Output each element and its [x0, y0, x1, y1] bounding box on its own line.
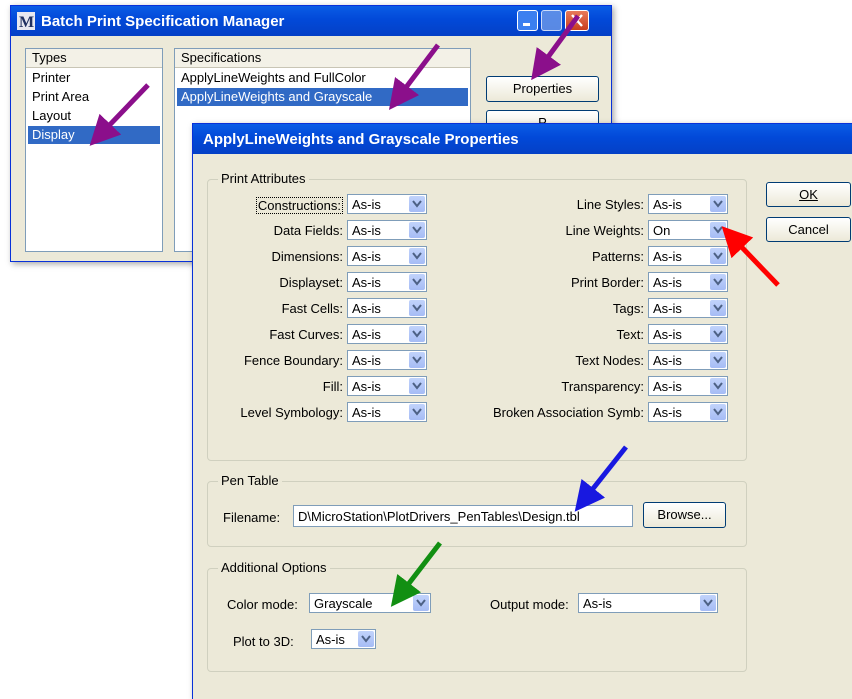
cancel-button[interactable]: Cancel — [766, 217, 851, 242]
properties-dialog: ApplyLineWeights and Grayscale Propertie… — [192, 123, 852, 699]
attr-select[interactable]: On — [648, 220, 728, 240]
types-header: Types — [26, 49, 162, 68]
chevron-down-icon[interactable] — [409, 222, 425, 238]
attr-label: Dimensions: — [271, 249, 343, 264]
attr-label: Line Weights: — [565, 223, 644, 238]
minimize-button[interactable] — [517, 10, 538, 31]
chevron-down-icon[interactable] — [409, 300, 425, 316]
properties-title: ApplyLineWeights and Grayscale Propertie… — [203, 131, 519, 148]
attr-label: Data Fields: — [273, 223, 343, 238]
color-mode-label: Color mode: — [227, 597, 298, 612]
chevron-down-icon[interactable] — [409, 378, 425, 394]
attr-label: Displayset: — [279, 275, 343, 290]
attr-label: Transparency: — [561, 379, 644, 394]
plot-3d-label: Plot to 3D: — [233, 634, 294, 649]
additional-options-label: Additional Options — [218, 560, 330, 575]
chevron-down-icon[interactable] — [710, 404, 726, 420]
svg-text:M: M — [19, 14, 34, 30]
chevron-down-icon[interactable] — [409, 196, 425, 212]
chevron-down-icon[interactable] — [413, 595, 429, 611]
type-item-layout[interactable]: Layout — [28, 107, 160, 125]
type-item-print-area[interactable]: Print Area — [28, 88, 160, 106]
attr-select[interactable]: As-is — [347, 246, 427, 266]
attr-label: Text Nodes: — [575, 353, 644, 368]
attr-label: Text: — [616, 327, 644, 342]
spec-item-fullcolor[interactable]: ApplyLineWeights and FullColor — [177, 69, 468, 87]
attr-label: Broken Association Symb: — [492, 405, 644, 420]
close-button[interactable] — [565, 10, 589, 31]
chevron-down-icon[interactable] — [358, 631, 374, 647]
filename-label: Filename: — [223, 510, 281, 525]
chevron-down-icon[interactable] — [710, 248, 726, 264]
attr-select[interactable]: As-is — [347, 298, 427, 318]
browse-button[interactable]: Browse... — [643, 502, 726, 528]
attr-label: Print Border: — [571, 275, 644, 290]
attr-select[interactable]: As-is — [648, 246, 728, 266]
attr-label: Patterns: — [591, 249, 644, 264]
chevron-down-icon[interactable] — [710, 352, 726, 368]
chevron-down-icon[interactable] — [710, 222, 726, 238]
chevron-down-icon[interactable] — [710, 326, 726, 342]
batch-print-titlebar[interactable]: M Batch Print Specification Manager — [11, 6, 611, 36]
attr-select[interactable]: As-is — [347, 376, 427, 396]
chevron-down-icon[interactable] — [700, 595, 716, 611]
additional-options-group: Additional Options — [207, 560, 747, 672]
ok-button[interactable]: OK — [766, 182, 851, 207]
attr-select[interactable]: As-is — [347, 350, 427, 370]
chevron-down-icon[interactable] — [710, 378, 726, 394]
chevron-down-icon[interactable] — [409, 352, 425, 368]
attr-label: Fast Cells: — [281, 301, 343, 316]
batch-print-title: Batch Print Specification Manager — [41, 13, 285, 30]
plot-3d-select[interactable]: As-is — [311, 629, 376, 649]
attr-label: Line Styles: — [576, 197, 644, 212]
chevron-down-icon[interactable] — [409, 248, 425, 264]
specifications-header: Specifications — [175, 49, 470, 68]
color-mode-select[interactable]: Grayscale — [309, 593, 431, 613]
attr-select[interactable]: As-is — [347, 272, 427, 292]
filename-field[interactable]: D\MicroStation\PlotDrivers_PenTables\Des… — [293, 505, 633, 527]
chevron-down-icon[interactable] — [409, 404, 425, 420]
attr-select[interactable]: As-is — [648, 272, 728, 292]
attr-select[interactable]: As-is — [347, 324, 427, 344]
attr-select[interactable]: As-is — [347, 220, 427, 240]
attr-label: Level Symbology: — [240, 405, 343, 420]
chevron-down-icon[interactable] — [710, 196, 726, 212]
types-list[interactable]: Types Printer Print Area Layout Display — [25, 48, 163, 252]
pen-table-label: Pen Table — [218, 473, 282, 488]
attr-label: Tags: — [612, 301, 644, 316]
type-item-printer[interactable]: Printer — [28, 69, 160, 87]
attr-select[interactable]: As-is — [648, 324, 728, 344]
chevron-down-icon[interactable] — [409, 326, 425, 342]
attr-select[interactable]: As-is — [648, 376, 728, 396]
properties-button[interactable]: Properties — [486, 76, 599, 102]
chevron-down-icon[interactable] — [710, 274, 726, 290]
chevron-down-icon[interactable] — [409, 274, 425, 290]
attr-select[interactable]: As-is — [648, 402, 728, 422]
attr-select[interactable]: As-is — [648, 350, 728, 370]
output-mode-label: Output mode: — [490, 597, 569, 612]
properties-titlebar[interactable]: ApplyLineWeights and Grayscale Propertie… — [193, 124, 852, 154]
microstation-logo-icon: M — [17, 12, 35, 31]
chevron-down-icon[interactable] — [710, 300, 726, 316]
output-mode-select[interactable]: As-is — [578, 593, 718, 613]
attr-label: Constructions: — [255, 197, 343, 214]
attr-label: Fence Boundary: — [243, 353, 343, 368]
attr-label: Fast Curves: — [269, 327, 343, 342]
type-item-display[interactable]: Display — [28, 126, 160, 144]
spec-item-grayscale[interactable]: ApplyLineWeights and Grayscale — [177, 88, 468, 106]
attr-select[interactable]: As-is — [347, 402, 427, 422]
attr-select[interactable]: As-is — [347, 194, 427, 214]
print-attributes-label: Print Attributes — [218, 171, 309, 186]
attr-select[interactable]: As-is — [648, 194, 728, 214]
maximize-button[interactable] — [541, 10, 562, 31]
attr-label: Fill: — [322, 379, 343, 394]
attr-select[interactable]: As-is — [648, 298, 728, 318]
